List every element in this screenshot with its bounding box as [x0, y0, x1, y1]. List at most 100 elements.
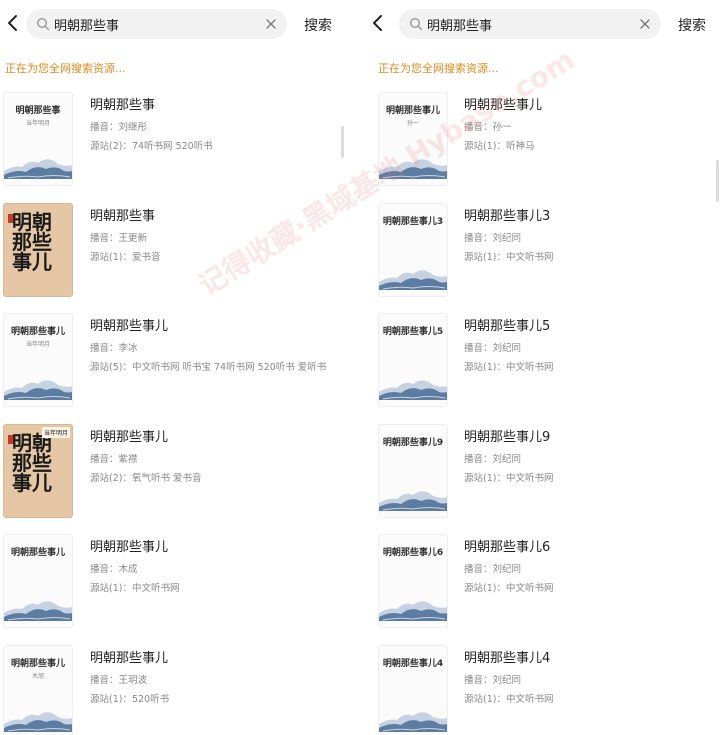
list-item[interactable]: 明朝那些事儿 当年明月 明朝那些事儿 播音：李冰 源站(5)：中文听书网 听书宝… — [0, 309, 345, 420]
book-title[interactable]: 明朝那些事儿 — [90, 536, 179, 555]
narrator: 播音：王玥波 — [90, 674, 148, 686]
book-cover[interactable]: 明朝那些事儿3 — [378, 202, 448, 297]
sources: 源站(1)：中文听书网 — [464, 362, 554, 373]
book-title[interactable]: 明朝那些事儿 — [464, 94, 542, 113]
narrator: 播音：刘继彤 — [90, 122, 148, 133]
narrator: 播音：刘纪同 — [464, 674, 522, 686]
search-input[interactable] — [427, 9, 627, 39]
book-info: 明朝那些事儿 播音：紫襟 源站(2)：氧气听书 爱书音 — [90, 424, 201, 484]
book-title[interactable]: 明朝那些事 — [90, 205, 160, 224]
list-item[interactable]: 明朝那些事儿3 明朝那些事儿3 播音：刘纪同 源站(1)：中文听书网 — [365, 199, 727, 310]
sources: 源站(1)：听神马 — [464, 141, 535, 152]
cover-title: 明朝那些事儿5 — [382, 327, 444, 337]
book-cover[interactable]: 明朝那些事儿6 — [378, 534, 448, 628]
sources: 源站(1)：中文听书网 — [464, 583, 554, 594]
book-cover[interactable]: 明朝那些事儿 — [3, 534, 73, 628]
cover-subtitle: 当年明月 — [25, 120, 50, 127]
book-title[interactable]: 明朝那些事儿3 — [464, 205, 553, 224]
book-title[interactable]: 明朝那些事 — [90, 94, 213, 113]
book-title[interactable]: 明朝那些事儿 — [90, 315, 326, 334]
book-title[interactable]: 明朝那些事儿6 — [464, 536, 553, 555]
sources: 源站(5)：中文听书网 听书宝 74听书网 520听书 爱听书 — [90, 362, 327, 373]
book-info: 明朝那些事儿 播音：孙一 源站(1)：听神马 — [464, 92, 542, 152]
mountain-illustration — [4, 380, 72, 400]
mountain-illustration — [379, 269, 447, 290]
book-cover[interactable]: 明朝那些事儿 当年明月 — [3, 313, 73, 407]
search-button[interactable]: 搜索 — [678, 15, 706, 35]
book-info: 明朝那些事 播音：刘继彤 源站(2)：74听书网 520听书 — [90, 92, 213, 152]
search-button[interactable]: 搜索 — [304, 15, 332, 35]
sources: 源站(2)：74听书网 520听书 — [90, 141, 213, 152]
book-cover[interactable]: 明朝那些事儿4 — [378, 644, 448, 735]
book-info: 明朝那些事儿6 播音：刘纪同 源站(1)：中文听书网 — [464, 534, 553, 594]
list-item[interactable]: 明朝那些事儿5 明朝那些事儿5 播音：刘纪同 源站(1)：中文听书网 — [365, 309, 727, 420]
right-screen: 搜索 正在为您全网搜索资源... 明朝那些事儿 孙一 明朝那些事儿 播音：孙一 … — [365, 0, 727, 735]
sources: 源站(1)：中文听书网 — [90, 583, 180, 594]
book-cover[interactable]: 明朝那些事儿9 — [378, 423, 448, 518]
clear-icon[interactable] — [265, 18, 277, 30]
cover-subtitle: 当年明月 — [25, 341, 50, 348]
narrator: 播音：木成 — [90, 564, 138, 575]
sources: 源站(1)：520听书 — [90, 693, 170, 705]
narrator: 播音：刘纪同 — [464, 232, 522, 244]
list-item[interactable]: 明朝那些事儿 孙一 明朝那些事儿 播音：孙一 源站(1)：听神马 — [365, 88, 727, 199]
book-cover[interactable]: 明朝那些事儿5 — [378, 313, 448, 407]
sources: 源站(1)：中文听书网 — [464, 472, 554, 484]
cover-title: 明朝那些事 — [15, 106, 61, 116]
list-item[interactable]: 明朝那些事儿 木旭 明朝那些事儿 播音：王玥波 源站(1)：520听书 — [0, 641, 345, 735]
cover-title: 明朝那些事儿6 — [382, 548, 444, 558]
book-title[interactable]: 明朝那些事儿 — [90, 426, 201, 445]
cover-subtitle: 孙一 — [406, 120, 419, 127]
result-list: 明朝那些事儿 孙一 明朝那些事儿 播音：孙一 源站(1)：听神马 明朝那些事儿3… — [365, 88, 727, 735]
mountain-illustration — [4, 711, 72, 732]
cover-title: 明朝那些事儿9 — [382, 437, 444, 448]
mountain-illustration — [379, 490, 447, 511]
list-item[interactable]: 明朝那些事儿9 明朝那些事儿9 播音：刘纪同 源站(1)：中文听书网 — [365, 420, 727, 531]
mountain-illustration — [379, 601, 447, 621]
search-status: 正在为您全网搜索资源... — [378, 62, 499, 75]
search-icon — [36, 17, 50, 31]
screen-divider — [345, 0, 365, 735]
result-list: 明朝那些事 当年明月 明朝那些事 播音：刘继彤 源站(2)：74听书网 520听… — [0, 88, 345, 735]
list-item[interactable]: 明朝那些事儿6 明朝那些事儿6 播音：刘纪同 源站(1)：中文听书网 — [365, 530, 727, 641]
cover-title: 明朝那些事儿 — [10, 548, 65, 558]
cover-title: 明朝那些事儿4 — [382, 658, 444, 669]
list-item[interactable]: 明朝那些事儿 明朝那些事儿 播音：木成 源站(1)：中文听书网 — [0, 530, 345, 641]
scrollbar[interactable] — [716, 160, 719, 202]
mountain-illustration — [4, 159, 72, 179]
book-cover[interactable]: 明朝那些事儿 木旭 — [3, 644, 73, 735]
left-screen: 搜索 正在为您全网搜索资源... 明朝那些事 当年明月 明朝那些事 播音：刘继彤… — [0, 0, 345, 735]
cover-calligraphy: 明朝那些事儿 — [12, 430, 52, 495]
book-info: 明朝那些事儿5 播音：刘纪同 源站(1)：中文听书网 — [464, 313, 553, 373]
narrator: 播音：孙一 — [464, 122, 512, 133]
sources: 源站(1)：中文听书网 — [464, 251, 554, 263]
back-arrow-icon[interactable] — [4, 13, 22, 33]
book-title[interactable]: 明朝那些事儿5 — [464, 315, 553, 334]
narrator: 播音：刘纪同 — [464, 453, 522, 465]
list-item[interactable]: 明朝那些事 当年明月 明朝那些事 播音：刘继彤 源站(2)：74听书网 520听… — [0, 88, 345, 199]
back-arrow-icon[interactable] — [369, 13, 387, 33]
top-bar: 搜索 — [0, 0, 345, 46]
book-cover[interactable]: 明朝那些事儿 孙一 — [378, 92, 448, 186]
search-input[interactable] — [54, 9, 254, 39]
mountain-illustration — [4, 601, 72, 621]
book-title[interactable]: 明朝那些事儿4 — [464, 647, 553, 666]
book-title[interactable]: 明朝那些事儿 — [90, 647, 169, 666]
cover-author-tag: 当年明月 — [41, 426, 70, 438]
search-box[interactable] — [399, 9, 661, 39]
scrollbar[interactable] — [341, 126, 344, 158]
search-box[interactable] — [26, 9, 287, 39]
clear-icon[interactable] — [639, 18, 651, 30]
list-item[interactable]: 明朝那些事儿4 明朝那些事儿4 播音：刘纪同 源站(1)：中文听书网 — [365, 641, 727, 735]
book-title[interactable]: 明朝那些事儿9 — [464, 426, 553, 445]
mountain-illustration — [379, 159, 447, 179]
book-cover[interactable]: 明朝那些事 当年明月 — [3, 92, 73, 186]
book-cover[interactable]: 明朝那些事儿 当年明月 — [3, 423, 73, 518]
cover-title: 明朝那些事儿3 — [382, 216, 444, 227]
search-status: 正在为您全网搜索资源... — [5, 62, 126, 75]
cover-title: 明朝那些事儿 — [10, 327, 65, 337]
mountain-illustration — [379, 711, 447, 732]
list-item[interactable]: 明朝那些事儿 明朝那些事 播音：王更新 源站(1)：爱书音 — [0, 199, 345, 310]
book-cover[interactable]: 明朝那些事儿 — [3, 202, 73, 297]
list-item[interactable]: 明朝那些事儿 当年明月 明朝那些事儿 播音：紫襟 源站(2)：氧气听书 爱书音 — [0, 420, 345, 531]
